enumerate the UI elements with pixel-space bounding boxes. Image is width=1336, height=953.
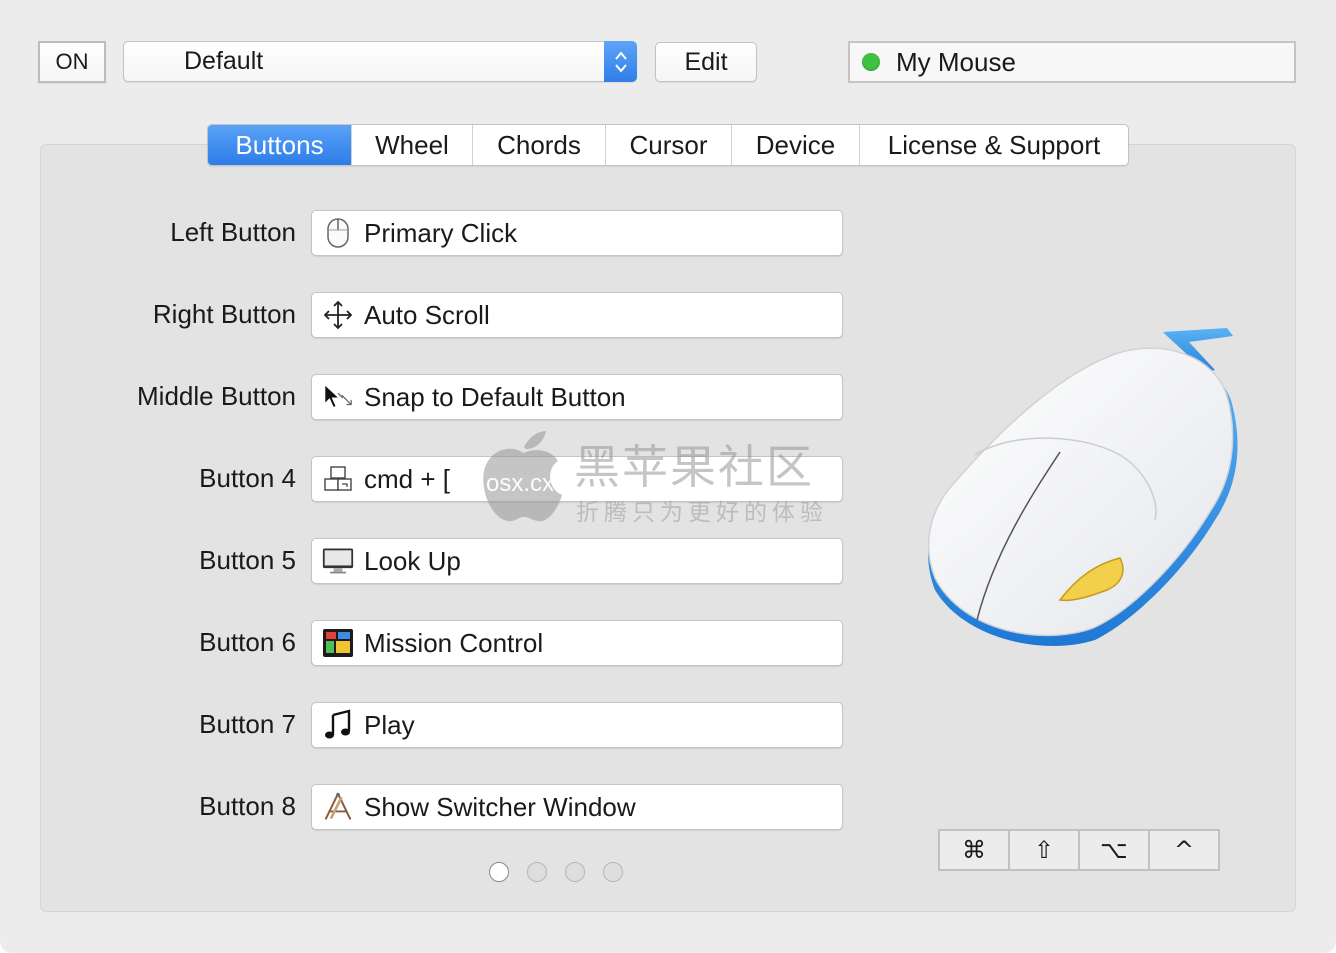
tab-license-support[interactable]: License & Support	[860, 125, 1128, 165]
button-4-action[interactable]: cmd + [	[311, 456, 843, 502]
device-selector[interactable]: My Mouse	[848, 41, 1296, 83]
page-dot-1[interactable]	[489, 862, 509, 882]
device-name: My Mouse	[896, 46, 1016, 77]
button-6-action[interactable]: Mission Control	[311, 620, 843, 666]
control-key-button[interactable]: ^	[1148, 829, 1220, 871]
page-dot-3[interactable]	[565, 862, 585, 882]
preset-select-value: Default	[184, 47, 264, 75]
right-button-label: Right Button	[152, 299, 296, 329]
right-button-action[interactable]: Auto Scroll	[311, 292, 843, 338]
app-window: ON Default Edit My Mouse Buttons Wheel C…	[0, 0, 1336, 953]
app-switcher-icon	[322, 791, 354, 823]
page-dot-4[interactable]	[603, 862, 623, 882]
tab-chords[interactable]: Chords	[473, 125, 606, 165]
middle-button-label: Middle Button	[137, 381, 296, 411]
button-4-action-label: cmd + [	[364, 463, 450, 494]
button-5-action[interactable]: Look Up	[311, 538, 843, 584]
middle-button-action-label: Snap to Default Button	[364, 381, 626, 412]
tab-cursor[interactable]: Cursor	[606, 125, 732, 165]
tab-buttons[interactable]: Buttons	[208, 125, 352, 165]
shift-key-button[interactable]: ⇧	[1008, 829, 1080, 871]
button-7-label: Button 7	[199, 709, 296, 739]
mouse-illustration	[927, 328, 1238, 646]
snap-cursor-icon	[322, 381, 354, 413]
command-key-button[interactable]: ⌘	[938, 829, 1010, 871]
move-arrows-icon	[322, 299, 354, 331]
button-4-label: Button 4	[199, 463, 296, 493]
tab-device[interactable]: Device	[732, 125, 860, 165]
display-icon	[322, 545, 354, 577]
button-5-action-label: Look Up	[364, 545, 461, 576]
mouse-icon	[322, 217, 354, 249]
button-8-action[interactable]: Show Switcher Window	[311, 784, 843, 830]
mission-control-icon	[322, 627, 354, 659]
button-6-action-label: Mission Control	[364, 627, 544, 658]
button-7-action[interactable]: Play	[311, 702, 843, 748]
left-button-action-label: Primary Click	[364, 217, 518, 248]
tab-bar: Buttons Wheel Chords Cursor Device Licen…	[207, 124, 1129, 166]
power-toggle-button[interactable]: ON	[38, 41, 106, 83]
chevron-up-down-icon[interactable]	[604, 41, 637, 82]
left-button-action[interactable]: Primary Click	[311, 210, 843, 256]
tab-wheel[interactable]: Wheel	[352, 125, 473, 165]
keyboard-shortcut-icon	[322, 463, 354, 495]
music-note-icon	[322, 709, 354, 741]
left-button-label: Left Button	[170, 217, 296, 247]
page-indicator	[489, 862, 623, 882]
option-key-button[interactable]: ⌥	[1078, 829, 1150, 871]
button-7-action-label: Play	[364, 709, 415, 740]
page-dot-2[interactable]	[527, 862, 547, 882]
button-8-action-label: Show Switcher Window	[364, 791, 636, 822]
button-5-label: Button 5	[199, 545, 296, 575]
button-6-label: Button 6	[199, 627, 296, 657]
edit-button[interactable]: Edit	[655, 42, 757, 82]
right-button-action-label: Auto Scroll	[364, 299, 490, 330]
middle-button-action[interactable]: Snap to Default Button	[311, 374, 843, 420]
status-dot-icon	[862, 53, 880, 71]
preset-select[interactable]: Default	[123, 41, 637, 82]
modifier-keys: ⌘ ⇧ ⌥ ^	[938, 829, 1220, 871]
button-8-label: Button 8	[199, 791, 296, 821]
